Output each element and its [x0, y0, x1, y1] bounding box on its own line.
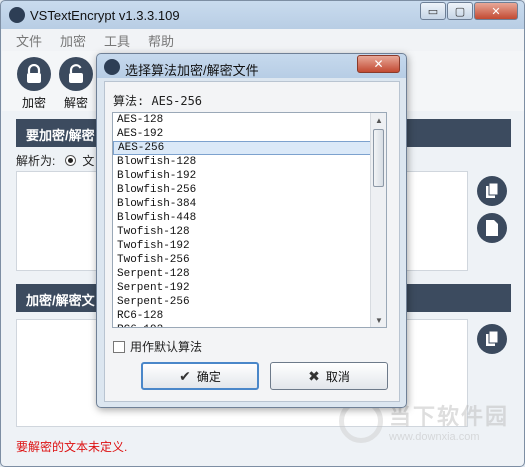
copy-output-icon[interactable]	[477, 324, 507, 354]
algorithm-item[interactable]: Blowfish-128	[113, 155, 371, 169]
scroll-up-icon[interactable]: ▲	[371, 113, 386, 127]
watermark-name: 当下软件园	[389, 404, 510, 429]
algorithm-item[interactable]: RC6-192	[113, 323, 371, 327]
app-logo-icon	[9, 7, 25, 23]
window-controls: ▭ ▢ ✕	[419, 2, 518, 20]
menu-bar: 文件 加密 工具 帮助	[2, 29, 524, 51]
lock-icon	[17, 57, 51, 91]
parse-radio-button[interactable]	[65, 155, 77, 166]
algorithm-item[interactable]: AES-256	[113, 141, 371, 155]
copy-files-icon[interactable]	[477, 176, 507, 206]
algorithm-item[interactable]: Serpent-256	[113, 295, 371, 309]
dialog-logo-icon	[104, 59, 120, 75]
decrypt-tool-label: 解密	[63, 96, 88, 110]
ok-button-label: 确定	[196, 369, 221, 384]
file-icon[interactable]	[477, 213, 507, 243]
algorithm-item[interactable]: Twofish-256	[113, 253, 371, 267]
algorithm-item[interactable]: Twofish-192	[113, 239, 371, 253]
algorithm-item[interactable]: Serpent-128	[113, 267, 371, 281]
algorithm-dialog: 选择算法加密/解密文件 ✕ 算法: AES-256 AES-128 AES-192…	[96, 53, 407, 408]
algorithm-item[interactable]: Serpent-192	[113, 281, 371, 295]
scroll-thumb[interactable]	[373, 129, 384, 187]
algorithm-label: 算法: AES-256	[113, 94, 203, 108]
algorithm-item[interactable]: Twofish-128	[113, 225, 371, 239]
algorithm-item[interactable]: RC6-128	[113, 309, 371, 323]
close-button[interactable]: ✕	[474, 2, 518, 20]
dialog-title: 选择算法加密/解密文件	[125, 63, 259, 78]
algorithm-item[interactable]: AES-128	[113, 113, 371, 127]
menu-tools[interactable]: 工具	[104, 31, 130, 50]
algorithm-item[interactable]: Blowfish-384	[113, 197, 371, 211]
unlock-icon	[59, 57, 93, 91]
default-algorithm-checkbox[interactable]	[113, 340, 125, 353]
maximize-button[interactable]: ▢	[447, 2, 473, 20]
menu-encrypt[interactable]: 加密	[60, 31, 86, 50]
watermark-url: www.downxia.com	[389, 431, 480, 443]
window-title: VSTextEncrypt v1.3.3.109	[30, 8, 180, 23]
algorithm-item[interactable]: Blowfish-448	[113, 211, 371, 225]
cancel-x-icon: ✖	[308, 367, 320, 384]
encrypt-tool-button[interactable]: 加密	[14, 57, 54, 111]
parse-label: 解析为:	[16, 154, 56, 168]
parse-option-label: 文	[82, 154, 95, 168]
ok-button[interactable]: ✔ 确定	[141, 362, 259, 390]
algorithm-item[interactable]: Blowfish-256	[113, 183, 371, 197]
input-section-title: 要加密/解密	[26, 128, 95, 143]
encrypt-tool-label: 加密	[21, 96, 46, 110]
list-scrollbar[interactable]: ▲ ▼	[370, 113, 386, 327]
title-bar: VSTextEncrypt v1.3.3.109 ▭ ▢ ✕	[1, 1, 524, 29]
default-algorithm-label: 用作默认算法	[130, 340, 203, 354]
cancel-button-label: 取消	[325, 369, 350, 384]
check-icon: ✔	[179, 367, 191, 384]
dialog-body: 算法: AES-256 AES-128 AES-192 AES-256 Blowfis…	[104, 81, 400, 402]
cancel-button[interactable]: ✖ 取消	[270, 362, 388, 390]
algorithm-listbox[interactable]: AES-128 AES-192 AES-256 Blowfish-128 Blowfis…	[112, 112, 387, 328]
menu-file[interactable]: 文件	[16, 31, 42, 50]
parse-row: 解析为: 文	[16, 152, 94, 169]
menu-help[interactable]: 帮助	[148, 31, 174, 50]
minimize-button[interactable]: ▭	[420, 2, 446, 20]
status-message: 要解密的文本未定义.	[16, 440, 128, 454]
scroll-down-icon[interactable]: ▼	[371, 313, 386, 327]
algorithm-list: AES-128 AES-192 AES-256 Blowfish-128 Blowfis…	[113, 113, 371, 327]
algorithm-item[interactable]: AES-192	[113, 127, 371, 141]
output-section-title: 加密/解密文	[26, 293, 95, 308]
algorithm-item[interactable]: Blowfish-192	[113, 169, 371, 183]
default-algorithm-row[interactable]: 用作默认算法	[113, 338, 202, 355]
dialog-close-button[interactable]: ✕	[357, 55, 400, 73]
decrypt-tool-button[interactable]: 解密	[56, 57, 96, 111]
